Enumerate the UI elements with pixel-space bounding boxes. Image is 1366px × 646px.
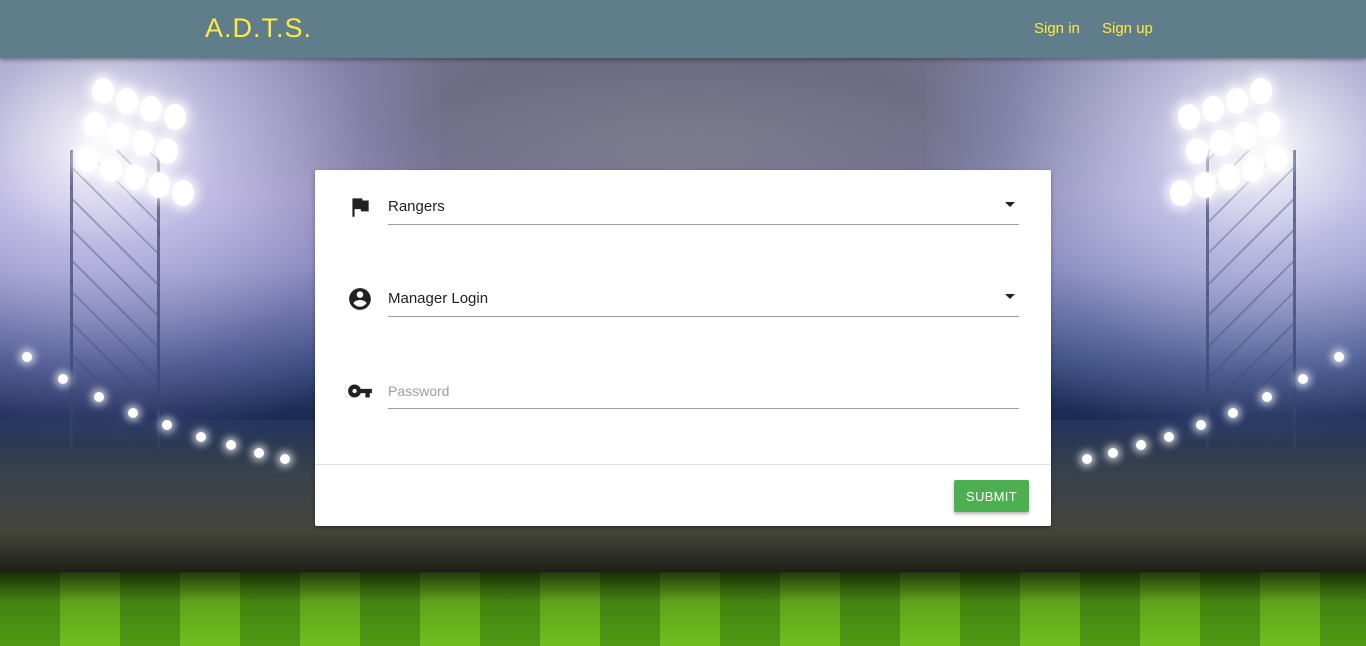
sign-in-link[interactable]: Sign in — [1034, 20, 1080, 37]
flag-icon — [352, 198, 369, 217]
chevron-down-icon — [1005, 294, 1015, 299]
role-select-row: Manager Login — [315, 276, 1051, 336]
role-select[interactable]: Manager Login — [388, 280, 1019, 317]
key-icon — [348, 384, 372, 398]
team-select[interactable]: Rangers — [388, 188, 1019, 225]
floodlight-tower-right — [1206, 150, 1296, 450]
password-row — [315, 368, 1051, 428]
role-select-value: Manager Login — [388, 290, 489, 307]
sign-up-link[interactable]: Sign up — [1102, 20, 1153, 37]
chevron-down-icon — [1005, 202, 1015, 207]
brand-logo-link[interactable]: A.D.T.S. — [205, 13, 312, 44]
login-card: Rangers Manager Login SUBMIT — [315, 170, 1051, 526]
account-circle-icon — [349, 288, 371, 310]
floodlight-tower-left — [70, 150, 160, 450]
password-field-wrapper — [388, 372, 1019, 409]
card-divider — [315, 464, 1051, 465]
team-select-row: Rangers — [315, 184, 1051, 244]
top-navbar: A.D.T.S. Sign in Sign up — [0, 0, 1366, 58]
team-select-value: Rangers — [388, 198, 445, 215]
submit-button[interactable]: SUBMIT — [954, 480, 1029, 512]
password-input[interactable] — [388, 378, 1019, 404]
